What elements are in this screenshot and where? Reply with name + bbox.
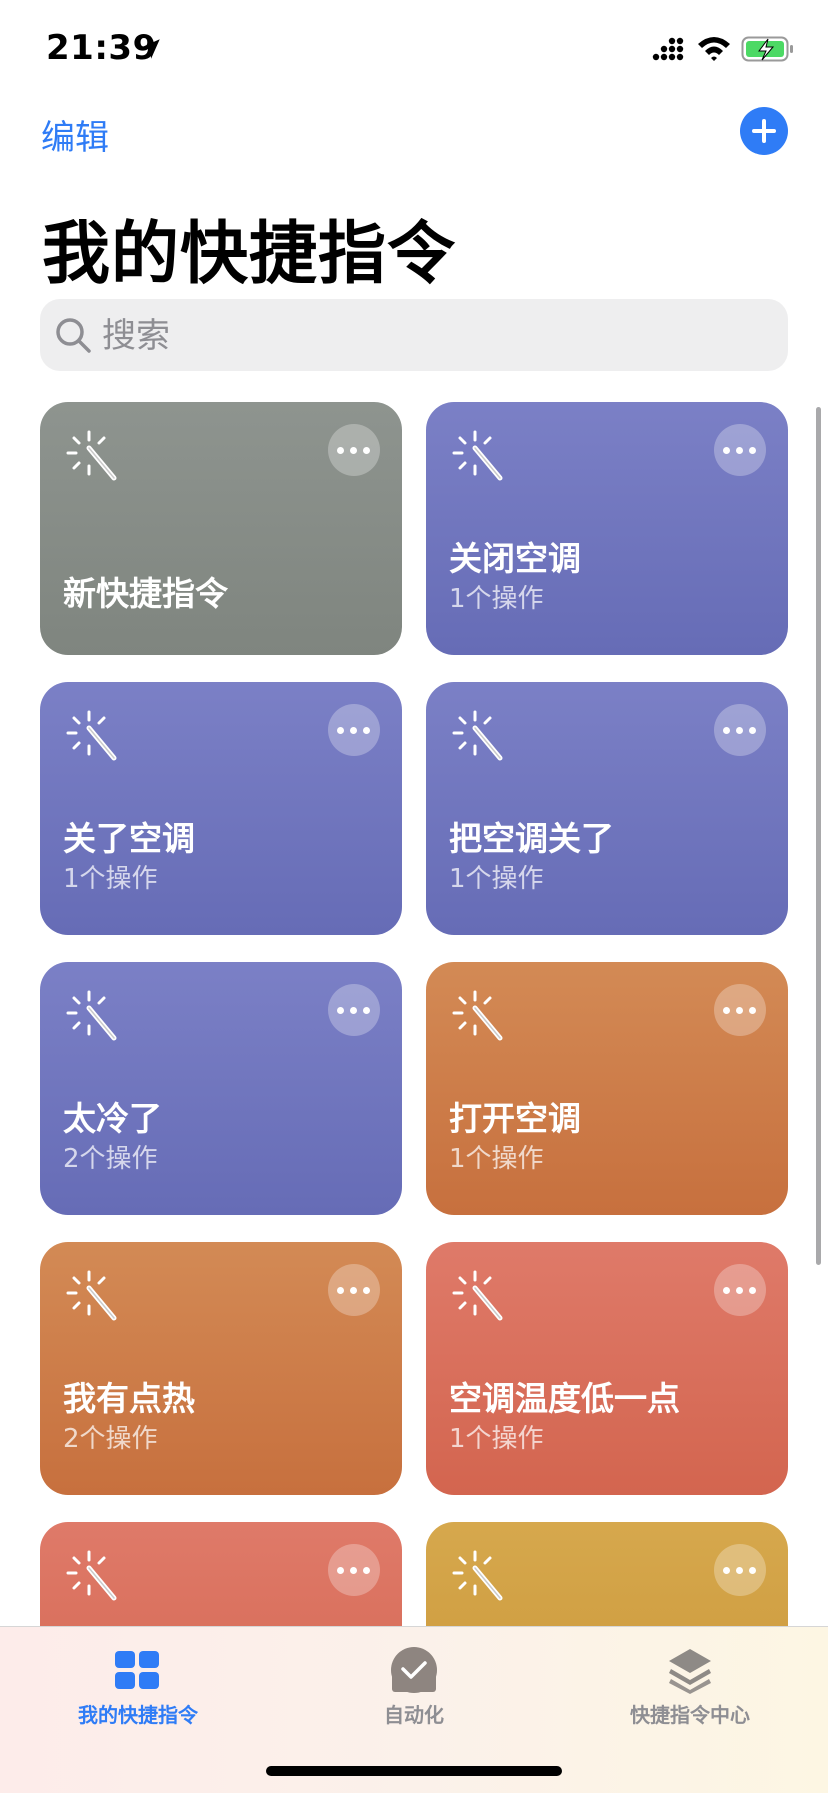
add-shortcut-button[interactable] bbox=[740, 107, 788, 155]
shortcut-card[interactable] bbox=[40, 1522, 402, 1626]
search-input[interactable] bbox=[100, 311, 764, 361]
magic-wand-icon bbox=[64, 1268, 120, 1324]
shortcut-action-count: 1个操作 bbox=[449, 1144, 544, 1174]
wifi-icon bbox=[698, 37, 730, 61]
magic-wand-icon bbox=[450, 1548, 506, 1604]
shortcut-card[interactable]: 打开空调 1个操作 bbox=[426, 962, 788, 1215]
shortcut-name: 打开空调 bbox=[449, 1099, 581, 1138]
home-indicator bbox=[266, 1766, 562, 1776]
tab-gallery[interactable]: 快捷指令中心 bbox=[552, 1627, 828, 1747]
shortcut-action-count: 2个操作 bbox=[63, 1424, 158, 1454]
battery-charging-icon bbox=[741, 36, 793, 62]
shortcut-card[interactable]: 新快捷指令 bbox=[40, 402, 402, 655]
cellular-signal-icon bbox=[652, 37, 684, 61]
tab-label: 我的快捷指令 bbox=[78, 1703, 198, 1727]
magic-wand-icon bbox=[64, 708, 120, 764]
magic-wand-icon bbox=[64, 1548, 120, 1604]
search-icon bbox=[56, 318, 91, 353]
grid-icon bbox=[115, 1651, 159, 1689]
shortcut-card[interactable]: 空调温度低一点 1个操作 bbox=[426, 1242, 788, 1495]
shortcut-action-count: 1个操作 bbox=[63, 864, 158, 894]
shortcut-card[interactable]: 把空调关了 1个操作 bbox=[426, 682, 788, 935]
more-options-button[interactable] bbox=[714, 424, 766, 476]
shortcut-action-count: 1个操作 bbox=[449, 584, 544, 614]
tab-label: 自动化 bbox=[384, 1703, 444, 1727]
magic-wand-icon bbox=[450, 1268, 506, 1324]
shortcut-name: 关闭空调 bbox=[449, 539, 581, 578]
more-options-button[interactable] bbox=[328, 1264, 380, 1316]
shortcut-card[interactable]: 关了空调 1个操作 bbox=[40, 682, 402, 935]
shortcut-action-count: 1个操作 bbox=[449, 1424, 544, 1454]
more-options-button[interactable] bbox=[714, 1264, 766, 1316]
shortcut-name: 关了空调 bbox=[63, 819, 195, 858]
more-options-button[interactable] bbox=[714, 704, 766, 756]
tab-automation[interactable]: 自动化 bbox=[276, 1627, 552, 1747]
layers-icon bbox=[669, 1649, 711, 1694]
shortcut-card[interactable]: 我有点热 2个操作 bbox=[40, 1242, 402, 1495]
shortcut-name: 把空调关了 bbox=[449, 819, 614, 858]
shortcut-name: 新快捷指令 bbox=[63, 574, 228, 613]
magic-wand-icon bbox=[450, 988, 506, 1044]
shortcut-card[interactable]: 太冷了 2个操作 bbox=[40, 962, 402, 1215]
shortcuts-grid: 新快捷指令 关闭空调 1个操作 关了空调 1个操作 把空调关了 1个操作 太冷了… bbox=[40, 402, 788, 1626]
shortcut-action-count: 1个操作 bbox=[449, 864, 544, 894]
tab-label: 快捷指令中心 bbox=[630, 1703, 750, 1727]
shortcut-card[interactable]: 关闭空调 1个操作 bbox=[426, 402, 788, 655]
shortcut-card[interactable] bbox=[426, 1522, 788, 1626]
scroll-indicator[interactable] bbox=[816, 407, 821, 1265]
automation-check-icon bbox=[391, 1647, 437, 1693]
more-options-button[interactable] bbox=[328, 1544, 380, 1596]
search-bar[interactable] bbox=[40, 299, 788, 371]
more-options-button[interactable] bbox=[328, 704, 380, 756]
page-title: 我的快捷指令 bbox=[42, 215, 457, 294]
shortcut-action-count: 2个操作 bbox=[63, 1144, 158, 1174]
more-options-button[interactable] bbox=[714, 984, 766, 1036]
more-options-button[interactable] bbox=[328, 984, 380, 1036]
location-arrow-icon bbox=[140, 39, 160, 59]
tab-my-shortcuts[interactable]: 我的快捷指令 bbox=[0, 1627, 276, 1747]
status-bar: 21:39 bbox=[0, 0, 828, 100]
edit-button[interactable]: 编辑 bbox=[41, 110, 109, 159]
magic-wand-icon bbox=[64, 988, 120, 1044]
shortcut-name: 太冷了 bbox=[63, 1099, 162, 1138]
more-options-button[interactable] bbox=[714, 1544, 766, 1596]
shortcut-name: 我有点热 bbox=[63, 1379, 195, 1418]
magic-wand-icon bbox=[64, 428, 120, 484]
magic-wand-icon bbox=[450, 708, 506, 764]
more-options-button[interactable] bbox=[328, 424, 380, 476]
shortcut-name: 空调温度低一点 bbox=[449, 1379, 680, 1418]
magic-wand-icon bbox=[450, 428, 506, 484]
